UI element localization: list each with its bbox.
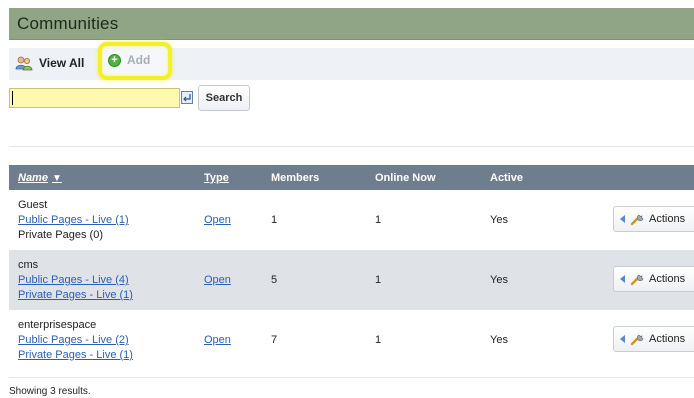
arrow-return-icon (183, 93, 191, 101)
members-count: 1 (271, 214, 278, 226)
actions-label: Actions (649, 333, 686, 345)
online-count: 1 (375, 214, 382, 226)
active-status: Yes (490, 214, 508, 226)
community-name-cell: cms Public Pages - Live (4) Private Page… (18, 258, 133, 303)
online-count: 1 (375, 334, 382, 346)
community-name: Guest (18, 199, 48, 211)
add-highlight: + Add (98, 42, 172, 80)
public-pages-link[interactable]: Public Pages - Live (2) (18, 334, 129, 346)
private-pages-text: Private Pages (0) (18, 229, 103, 241)
people-icon (15, 56, 33, 71)
results-count: Showing 3 results. (9, 386, 91, 397)
actions-button[interactable]: Actions (613, 326, 694, 352)
community-name-cell: Guest Public Pages - Live (1) Private Pa… (18, 198, 129, 243)
communities-table: Name ▼ Type Members Online Now Active Gu… (9, 165, 694, 370)
table-row: Guest Public Pages - Live (1) Private Pa… (9, 190, 694, 250)
actions-button[interactable]: Actions (613, 206, 694, 232)
view-all-label: View All (39, 56, 85, 70)
column-header-active: Active (490, 172, 524, 184)
table-row: cms Public Pages - Live (4) Private Page… (9, 250, 694, 310)
public-pages-link[interactable]: Public Pages - Live (4) (18, 274, 129, 286)
type-link[interactable]: Open (204, 214, 231, 226)
search-button[interactable]: Search (198, 85, 250, 111)
table-header: Name ▼ Type Members Online Now Active (9, 165, 694, 190)
title-bar: Communities (9, 8, 694, 40)
view-all-button[interactable]: View All (15, 55, 84, 71)
page-title: Communities (17, 14, 119, 33)
wrench-icon (630, 274, 644, 286)
caret-left-icon (620, 215, 625, 223)
actions-label: Actions (649, 213, 686, 225)
wrench-icon (630, 214, 644, 226)
members-count: 5 (271, 274, 278, 286)
actions-label: Actions (649, 273, 686, 285)
private-pages-link[interactable]: Private Pages - Live (1) (18, 349, 133, 361)
column-header-members: Members (271, 172, 320, 184)
active-status: Yes (490, 334, 508, 346)
column-header-type[interactable]: Type (204, 172, 229, 184)
community-name-cell: enterprisespace Public Pages - Live (2) … (18, 318, 133, 363)
type-link[interactable]: Open (204, 334, 231, 346)
text-caret (12, 91, 13, 105)
community-name: cms (18, 259, 39, 271)
divider (9, 146, 694, 147)
active-status: Yes (490, 274, 508, 286)
column-header-name-label: Name (18, 172, 48, 184)
private-pages-link[interactable]: Private Pages - Live (1) (18, 289, 133, 301)
online-count: 1 (375, 274, 382, 286)
search-options-icon[interactable] (181, 91, 193, 104)
toolbar: View All + Add (9, 42, 694, 80)
caret-left-icon (620, 275, 625, 283)
community-name: enterprisespace (18, 319, 97, 331)
wrench-icon (630, 334, 644, 346)
add-label: Add (127, 53, 151, 67)
column-header-online-now: Online Now (375, 172, 436, 184)
public-pages-link[interactable]: Public Pages - Live (1) (18, 214, 129, 226)
actions-button[interactable]: Actions (613, 266, 694, 292)
column-header-name[interactable]: Name ▼ (18, 172, 62, 184)
add-button[interactable]: + Add (108, 53, 150, 67)
search-input[interactable] (9, 88, 180, 108)
footer-divider (9, 377, 694, 378)
sort-descending-icon: ▼ (51, 172, 62, 184)
caret-left-icon (620, 335, 625, 343)
type-link[interactable]: Open (204, 274, 231, 286)
table-row: enterprisespace Public Pages - Live (2) … (9, 310, 694, 370)
members-count: 7 (271, 334, 278, 346)
plus-circle-icon: + (108, 53, 121, 67)
